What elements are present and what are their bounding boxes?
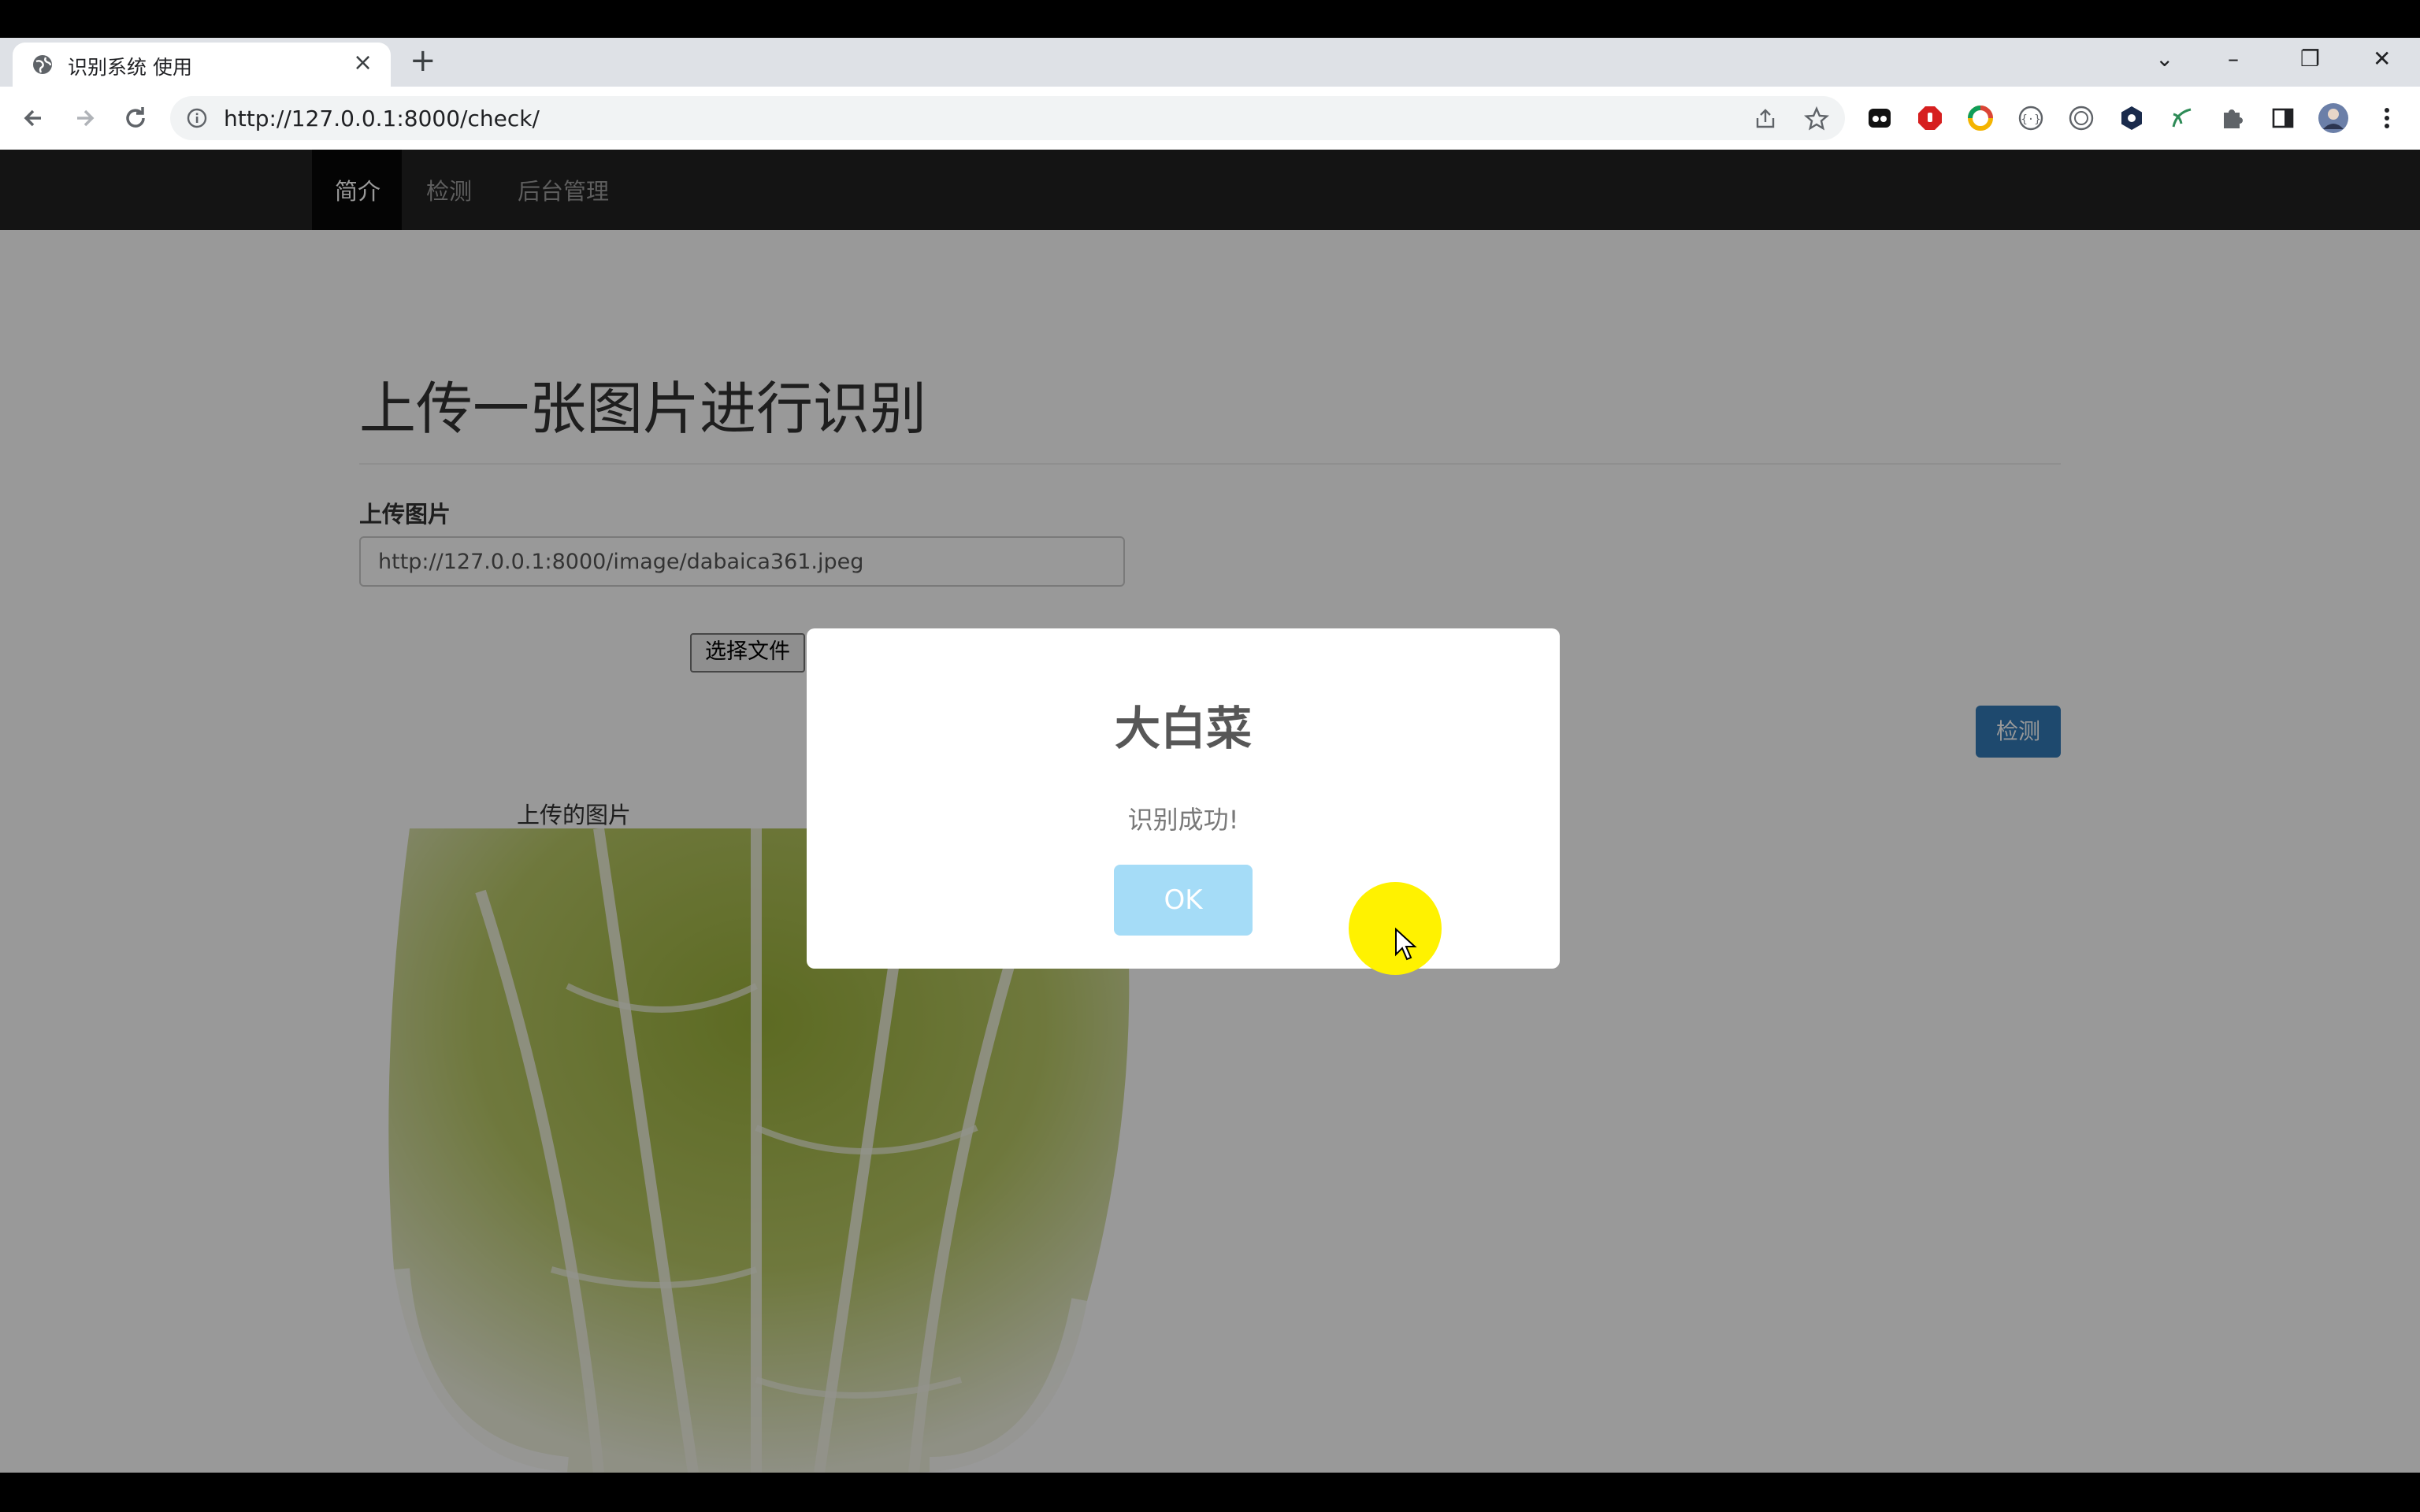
globe-icon [33, 55, 52, 74]
extension-code-icon[interactable]: {·} [2015, 102, 2047, 134]
tab-strip: 识别系统 使用 × + ⌄ – ❐ ✕ [0, 38, 2420, 87]
back-arrow-icon[interactable] [17, 102, 49, 134]
menu-dots-icon[interactable] [2371, 102, 2403, 134]
minimize-button[interactable]: – [2228, 46, 2239, 72]
side-panel-icon[interactable] [2267, 102, 2299, 134]
address-bar[interactable]: http://127.0.0.1:8000/check/ [170, 96, 1845, 140]
profile-avatar[interactable] [2318, 102, 2349, 134]
url-text[interactable]: http://127.0.0.1:8000/check/ [224, 106, 540, 132]
extension-color-ring-icon[interactable] [1965, 102, 1996, 134]
restore-button[interactable]: ❐ [2300, 46, 2320, 72]
extension-leaf-icon[interactable] [2166, 102, 2198, 134]
new-tab-button[interactable]: + [410, 43, 436, 79]
forward-arrow-icon[interactable] [69, 102, 101, 134]
mouse-pointer-icon [1395, 928, 1417, 961]
star-icon[interactable] [1804, 106, 1829, 132]
share-icon[interactable] [1754, 107, 1777, 131]
dialog-title: 大白菜 [1114, 702, 1252, 755]
close-window-button[interactable]: ✕ [2373, 46, 2391, 72]
web-page: 简介 检测 后台管理 上传一张图片进行识别 上传图片 http://127.0.… [0, 150, 2420, 1473]
extensions-puzzle-icon[interactable] [2217, 102, 2248, 134]
tab-close-icon[interactable]: × [353, 49, 373, 76]
tab-title: 识别系统 使用 [68, 56, 192, 79]
reload-icon[interactable] [120, 102, 151, 134]
tab-search-chevron-icon[interactable]: ⌄ [2155, 46, 2173, 72]
browser-tab[interactable]: 识别系统 使用 × [13, 43, 391, 87]
extension-adblock-icon[interactable] [1914, 102, 1946, 134]
dialog-message: 识别成功! [1127, 805, 1239, 835]
extension-hex-icon[interactable] [2116, 102, 2147, 134]
ok-button[interactable]: OK [1114, 865, 1253, 936]
alert-dialog: 大白菜 识别成功! OK [807, 628, 1560, 969]
site-info-icon[interactable] [186, 107, 208, 129]
extension-seal-icon[interactable] [2066, 102, 2097, 134]
browser-toolbar: http://127.0.0.1:8000/check/ {·} [0, 87, 2420, 150]
svg-text:{·}: {·} [2021, 113, 2040, 126]
extension-1-icon[interactable] [1864, 102, 1895, 134]
